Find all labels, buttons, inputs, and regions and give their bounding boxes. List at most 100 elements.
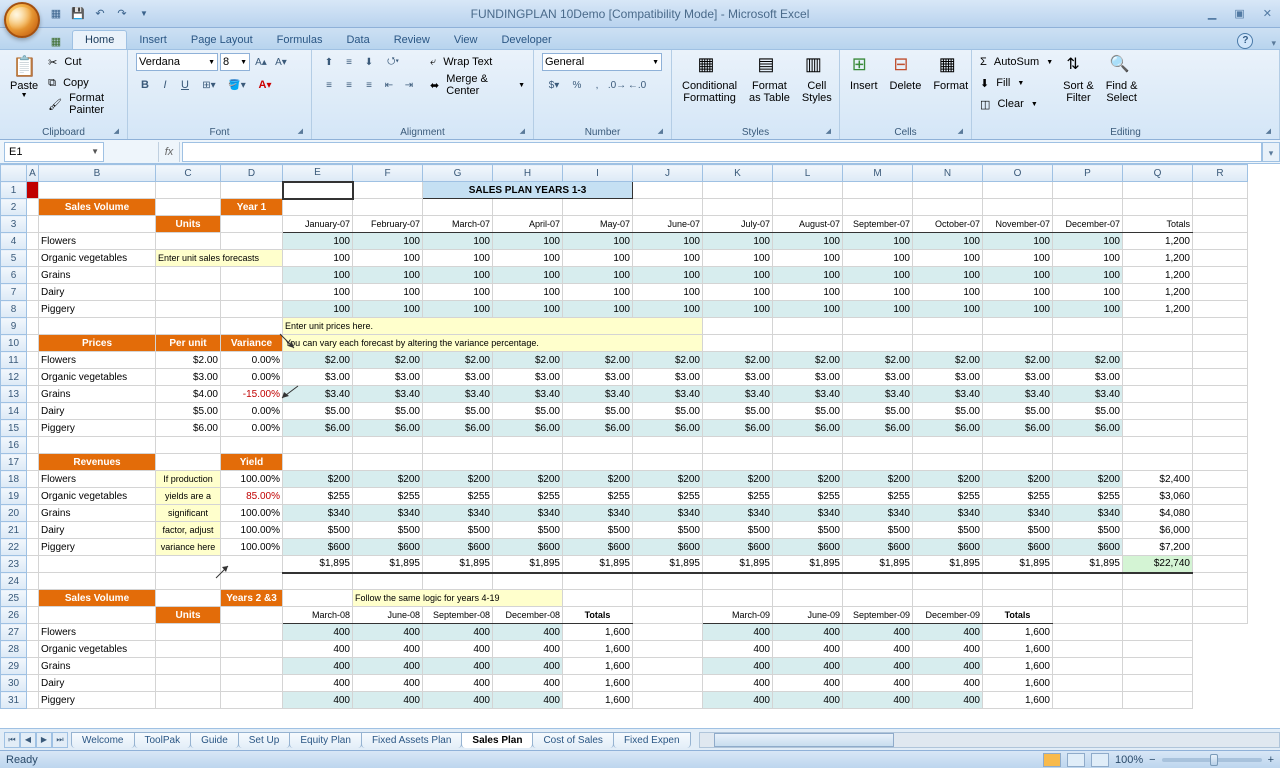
- col-header-N[interactable]: N: [913, 165, 983, 182]
- cell[interactable]: [1053, 641, 1123, 658]
- cell[interactable]: [1193, 335, 1248, 352]
- cell[interactable]: [843, 590, 913, 607]
- cell[interactable]: $5.00: [1053, 403, 1123, 420]
- cell[interactable]: $600: [1053, 539, 1123, 556]
- cell[interactable]: $5.00: [983, 403, 1053, 420]
- cell[interactable]: [1193, 556, 1248, 573]
- comma-button[interactable]: ,: [588, 76, 606, 94]
- cell[interactable]: Piggery: [39, 420, 156, 437]
- cell[interactable]: [1053, 692, 1123, 709]
- cell[interactable]: $600: [563, 539, 633, 556]
- cell[interactable]: $255: [843, 488, 913, 505]
- cell[interactable]: 1,600: [983, 658, 1053, 675]
- cell[interactable]: March-07: [423, 216, 493, 233]
- cell[interactable]: [1193, 437, 1248, 454]
- cell[interactable]: 100: [913, 233, 983, 250]
- wrap-text-button[interactable]: ⤶ Wrap Text: [428, 52, 527, 72]
- cell[interactable]: [156, 658, 221, 675]
- row-header[interactable]: 13: [1, 386, 27, 403]
- row-header[interactable]: 20: [1, 505, 27, 522]
- page-layout-view-button[interactable]: [1067, 753, 1085, 767]
- cell[interactable]: [633, 607, 703, 624]
- cell[interactable]: Dairy: [39, 284, 156, 301]
- cell[interactable]: 100: [423, 250, 493, 267]
- cell[interactable]: Organic vegetables: [39, 641, 156, 658]
- cell[interactable]: 1,200: [1123, 267, 1193, 284]
- cell[interactable]: [843, 437, 913, 454]
- col-header-O[interactable]: O: [983, 165, 1053, 182]
- zoom-out-button[interactable]: −: [1149, 754, 1155, 766]
- cell[interactable]: [27, 420, 39, 437]
- align-top-button[interactable]: ⬆: [320, 53, 338, 71]
- cell[interactable]: $200: [913, 471, 983, 488]
- cell[interactable]: $600: [843, 539, 913, 556]
- cell[interactable]: 100: [843, 267, 913, 284]
- cell[interactable]: $3.00: [983, 369, 1053, 386]
- cell[interactable]: Totals: [563, 607, 633, 624]
- cell[interactable]: [703, 318, 773, 335]
- cell[interactable]: $1,895: [283, 556, 353, 573]
- cell[interactable]: [1123, 420, 1193, 437]
- row-header[interactable]: 10: [1, 335, 27, 352]
- cell[interactable]: 400: [773, 658, 843, 675]
- cell[interactable]: $2.00: [773, 352, 843, 369]
- cell[interactable]: [1193, 488, 1248, 505]
- cell[interactable]: 400: [283, 692, 353, 709]
- cell[interactable]: Grains: [39, 267, 156, 284]
- cell[interactable]: [156, 590, 221, 607]
- cell[interactable]: 1,600: [563, 624, 633, 641]
- cell[interactable]: 400: [843, 641, 913, 658]
- cell[interactable]: [633, 675, 703, 692]
- increase-decimal-button[interactable]: .0→: [608, 76, 626, 94]
- cell[interactable]: $6.00: [283, 420, 353, 437]
- sheet-tab[interactable]: Guide: [190, 732, 239, 748]
- cell[interactable]: $1,895: [423, 556, 493, 573]
- cell[interactable]: [983, 590, 1053, 607]
- page-break-view-button[interactable]: [1091, 753, 1109, 767]
- cell[interactable]: [1053, 658, 1123, 675]
- font-color-button[interactable]: A▾: [252, 76, 278, 94]
- zoom-in-button[interactable]: +: [1268, 754, 1274, 766]
- cell[interactable]: $340: [703, 505, 773, 522]
- cell[interactable]: [221, 284, 283, 301]
- cell[interactable]: 100: [423, 267, 493, 284]
- cell[interactable]: June-08: [353, 607, 423, 624]
- cell[interactable]: $2.00: [423, 352, 493, 369]
- cell[interactable]: 100: [913, 301, 983, 318]
- cell[interactable]: [1053, 607, 1123, 624]
- cell[interactable]: 400: [493, 624, 563, 641]
- cell[interactable]: 100: [423, 301, 493, 318]
- border-button[interactable]: ⊞▾: [196, 76, 222, 94]
- cell[interactable]: $3.40: [423, 386, 493, 403]
- col-header-H[interactable]: H: [493, 165, 563, 182]
- cell[interactable]: [563, 454, 633, 471]
- fx-button[interactable]: fx: [158, 142, 180, 162]
- cell[interactable]: [39, 182, 156, 199]
- cell[interactable]: $2.00: [843, 352, 913, 369]
- cell[interactable]: [1053, 182, 1123, 199]
- cell[interactable]: [1123, 386, 1193, 403]
- cell[interactable]: May-07: [563, 216, 633, 233]
- font-size-combo[interactable]: 8▼: [220, 53, 250, 71]
- tab-developer[interactable]: Developer: [489, 31, 563, 49]
- bold-button[interactable]: B: [136, 76, 154, 94]
- cell[interactable]: 100: [703, 301, 773, 318]
- cell[interactable]: $3.40: [493, 386, 563, 403]
- col-header-A[interactable]: A: [27, 165, 39, 182]
- cell[interactable]: $255: [633, 488, 703, 505]
- cell[interactable]: $600: [983, 539, 1053, 556]
- cell[interactable]: Units: [156, 216, 221, 233]
- cell[interactable]: $500: [563, 522, 633, 539]
- cell[interactable]: [1123, 658, 1193, 675]
- cell[interactable]: $6.00: [913, 420, 983, 437]
- cell[interactable]: $200: [493, 471, 563, 488]
- cell[interactable]: 100.00%: [221, 539, 283, 556]
- col-header-B[interactable]: B: [39, 165, 156, 182]
- normal-view-button[interactable]: [1043, 753, 1061, 767]
- cell[interactable]: [423, 199, 493, 216]
- cell[interactable]: 100: [563, 284, 633, 301]
- cell[interactable]: $255: [1053, 488, 1123, 505]
- cell[interactable]: $340: [283, 505, 353, 522]
- cell[interactable]: [221, 233, 283, 250]
- cell-styles-button[interactable]: ▥Cell Styles: [798, 52, 836, 106]
